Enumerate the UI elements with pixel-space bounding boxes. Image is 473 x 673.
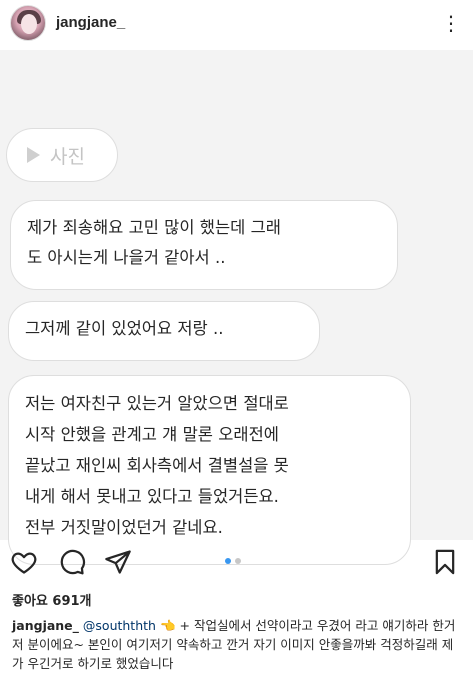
message-bubble: 저는 여자친구 있는거 알았으면 절대로 시작 안했을 관계고 걔 말론 오래전… bbox=[8, 375, 411, 565]
likes-count[interactable]: 좋아요 691개 bbox=[12, 590, 92, 609]
carousel-dot-active bbox=[225, 558, 231, 564]
message-bubble: 그저께 같이 있었어요 저랑 .. bbox=[8, 301, 320, 361]
play-icon bbox=[27, 147, 40, 163]
share-icon[interactable] bbox=[104, 548, 132, 576]
message-bubble: 제가 죄송해요 고민 많이 했는데 그래 도 아시는게 나을거 같아서 .. bbox=[10, 200, 398, 290]
bookmark-icon[interactable] bbox=[431, 548, 459, 576]
action-bar bbox=[0, 540, 473, 584]
post-caption: jangjane_ @souththth 👈 + 작업실에서 선약이라고 우겼어… bbox=[12, 616, 464, 673]
avatar-face bbox=[21, 14, 37, 34]
post-username[interactable]: jangjane_ bbox=[56, 14, 125, 31]
more-horizontal-icon[interactable]: ⋮ bbox=[441, 12, 461, 34]
photo-attachment-chip: 사진 bbox=[6, 128, 118, 182]
comment-icon[interactable] bbox=[58, 548, 86, 576]
carousel-indicator bbox=[225, 558, 241, 564]
post-header: jangjane_ ⋮ bbox=[0, 0, 473, 50]
pointing-left-icon: 👈 bbox=[159, 618, 176, 633]
heart-icon[interactable] bbox=[10, 548, 38, 576]
caption-text: + 작업실에서 선약이라고 우겼어 라고 얘기하라 한거 저 분이에요~ 본인이… bbox=[12, 618, 456, 671]
avatar[interactable] bbox=[10, 5, 46, 41]
carousel-dot bbox=[235, 558, 241, 564]
caption-mention[interactable]: @souththth bbox=[83, 618, 156, 633]
post-photo: 사진 제가 죄송해요 고민 많이 했는데 그래 도 아시는게 나을거 같아서 .… bbox=[0, 50, 473, 565]
photo-chip-label: 사진 bbox=[50, 145, 85, 168]
caption-username[interactable]: jangjane_ bbox=[12, 618, 79, 633]
